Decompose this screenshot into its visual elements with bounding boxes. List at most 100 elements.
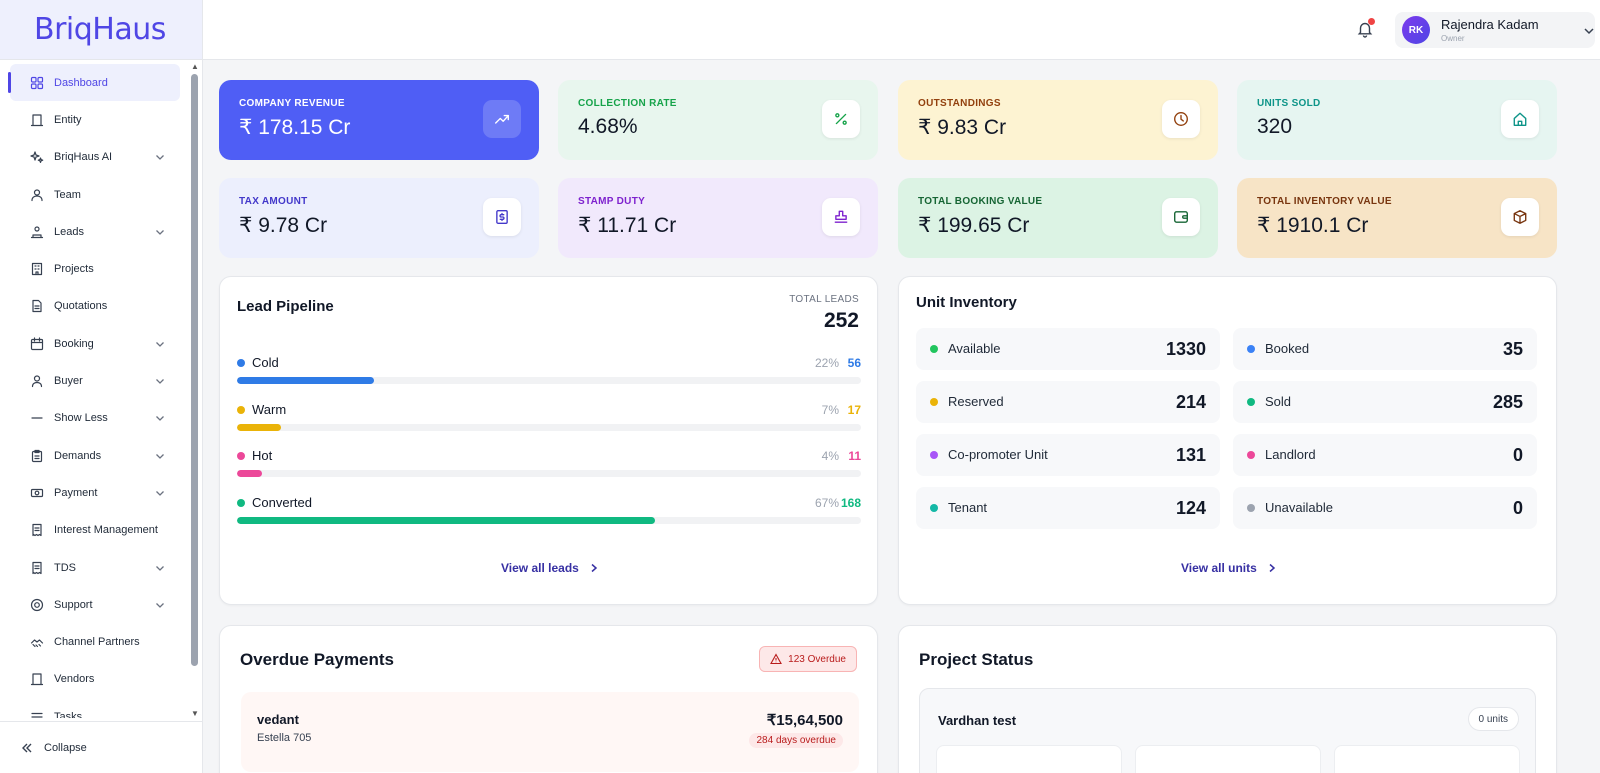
sidebar-item-dashboard[interactable]: Dashboard <box>8 64 180 102</box>
inventory-cell-co-promoter-unit[interactable]: Co-promoter Unit 131 <box>916 434 1220 476</box>
status-dot <box>237 452 245 460</box>
clipboard-icon <box>30 449 44 463</box>
view-all-leads-link[interactable]: View all leads <box>501 561 599 575</box>
view-all-units-link[interactable]: View all units <box>1181 561 1277 575</box>
sidebar-item-quotations[interactable]: Quotations <box>10 288 180 325</box>
lead-progress-fill <box>237 470 262 477</box>
project-status-title: Project Status <box>919 650 1034 669</box>
inventory-status-count: 131 <box>1175 445 1206 465</box>
inventory-status-name: Reserved <box>948 394 1004 409</box>
minus-icon <box>30 411 44 425</box>
stat-card-collection-rate[interactable]: COLLECTION RATE 4.68% <box>558 80 878 160</box>
overdue-count-label: 123 Overdue <box>788 653 846 665</box>
stat-card-tax-amount[interactable]: TAX AMOUNT ₹ 9.78 Cr <box>219 178 539 258</box>
sidebar-item-booking[interactable]: Booking <box>10 325 180 362</box>
inventory-cell-booked[interactable]: Booked 35 <box>1233 328 1537 370</box>
payment-amount: ₹15,64,500 <box>766 712 843 729</box>
collapse-button[interactable]: Collapse <box>0 721 203 773</box>
wallet-icon <box>1162 198 1200 236</box>
stat-card-stamp-duty[interactable]: STAMP DUTY ₹ 11.71 Cr <box>558 178 878 258</box>
inventory-cell-unavailable[interactable]: Unavailable 0 <box>1233 487 1537 529</box>
inventory-status-name: Sold <box>1265 394 1292 409</box>
lead-progress-track <box>237 470 861 477</box>
inventory-status-count: 214 <box>1175 392 1206 412</box>
stat-card-total-booking-value[interactable]: TOTAL BOOKING VALUE ₹ 199.65 Cr <box>898 178 1218 258</box>
project-metric-tile <box>1334 745 1520 773</box>
double-chevron-left-icon <box>20 741 34 755</box>
scroll-up-arrow-icon[interactable]: ▲ <box>191 62 199 71</box>
sidebar-item-leads[interactable]: Leads <box>10 213 180 250</box>
project-card[interactable]: Vardhan test 0 units <box>919 688 1536 773</box>
sidebar-item-briqhaus-ai[interactable]: BriqHaus AI <box>10 139 180 176</box>
sidebar-item-interest-management[interactable]: Interest Management <box>10 512 180 549</box>
stat-card-units-sold[interactable]: UNITS SOLD 320 <box>1237 80 1557 160</box>
sidebar-item-demands[interactable]: Demands <box>10 437 180 474</box>
inventory-cell-reserved[interactable]: Reserved 214 <box>916 381 1220 423</box>
stat-card-outstandings[interactable]: OUTSTANDINGS ₹ 9.83 Cr <box>898 80 1218 160</box>
receipt-icon <box>30 561 44 575</box>
status-dot <box>1247 345 1255 353</box>
chevron-right-icon <box>1269 563 1275 573</box>
user-icon <box>30 374 44 388</box>
sidebar-item-support[interactable]: Support <box>10 586 180 623</box>
sidebar-item-tasks[interactable]: Tasks <box>10 698 180 718</box>
clock-icon <box>1162 100 1200 138</box>
user-menu[interactable]: RK Rajendra Kadam Owner <box>1395 12 1595 48</box>
lead-progress-fill <box>237 377 375 384</box>
sidebar-item-team[interactable]: Team <box>10 176 180 213</box>
lead-stage-row: Warm 7% 17 <box>237 402 861 432</box>
payment-unit: Estella 705 <box>257 732 312 744</box>
sidebar-item-projects[interactable]: Projects <box>10 250 180 287</box>
building-icon <box>30 672 44 686</box>
lead-progress-fill <box>237 423 281 431</box>
lead-stage-count: 11 <box>848 449 861 463</box>
status-dot <box>930 345 938 353</box>
lifebuoy-icon <box>30 598 44 612</box>
user-role: Owner <box>1441 34 1465 43</box>
status-dot <box>930 398 938 406</box>
scroll-down-arrow-icon[interactable]: ▼ <box>191 709 199 718</box>
percent-icon <box>822 100 860 138</box>
chevron-down-icon <box>154 151 166 163</box>
payment-buyer-name: vedant <box>257 712 299 727</box>
overdue-payment-item[interactable]: vedant Estella 705 ₹15,64,500 284 days o… <box>241 692 859 772</box>
sidebar-item-label: Buyer <box>54 375 83 388</box>
overdue-payments-panel: Overdue Payments 123 Overdue vedant Este… <box>219 625 878 773</box>
lead-stage-count: 56 <box>847 356 861 370</box>
sidebar-item-buyer[interactable]: Buyer <box>10 362 180 399</box>
inventory-cell-available[interactable]: Available 1330 <box>916 328 1220 370</box>
inventory-cell-tenant[interactable]: Tenant 124 <box>916 487 1220 529</box>
status-dot <box>1247 451 1255 459</box>
stat-card-company-revenue[interactable]: COMPANY REVENUE ₹ 178.15 Cr <box>219 80 539 160</box>
sidebar-scrollbar[interactable]: ▲ ▼ <box>190 62 200 718</box>
lead-pipeline-panel: Lead Pipeline TOTAL LEADS 252 Cold 22% 56 W… <box>219 276 878 605</box>
chevron-down-icon <box>154 375 166 387</box>
box-icon <box>1501 198 1539 236</box>
sidebar-item-entity[interactable]: Entity <box>10 101 180 138</box>
sidebar-item-show-less[interactable]: Show Less <box>10 400 180 437</box>
view-all-units-label: View all units <box>1181 561 1257 575</box>
chevron-right-icon <box>591 563 597 573</box>
unit-inventory-panel: Unit Inventory Available 1330 Booked 35 Rese… <box>898 276 1557 605</box>
sidebar-item-vendors[interactable]: Vendors <box>10 661 180 698</box>
lead-stage-percent: 67% <box>814 495 839 510</box>
overdue-payments-title: Overdue Payments <box>240 650 395 669</box>
chevron-down-icon <box>154 226 166 238</box>
inventory-cell-landlord[interactable]: Landlord 0 <box>1233 434 1537 476</box>
chevron-down-icon <box>154 412 166 424</box>
stat-card-total-inventory-value[interactable]: TOTAL INVENTORY VALUE ₹ 1910.1 Cr <box>1237 178 1557 258</box>
sidebar-item-payment[interactable]: Payment <box>10 474 180 511</box>
sidebar-item-tds[interactable]: TDS <box>10 549 180 586</box>
project-units-badge: 0 units <box>1467 707 1519 731</box>
inventory-cell-sold[interactable]: Sold 285 <box>1233 381 1537 423</box>
office-icon <box>30 262 44 276</box>
sidebar-item-label: Channel Partners <box>54 636 140 649</box>
sidebar-item-label: Payment <box>54 486 98 499</box>
lead-stage-name: Hot <box>252 448 273 463</box>
sidebar-item-channel-partners[interactable]: Channel Partners <box>10 623 180 660</box>
sidebar-item-label: TDS <box>54 561 76 574</box>
sidebar-item-label: Projects <box>54 263 94 276</box>
brand-logo[interactable]: BriqHaus <box>34 12 166 47</box>
scroll-thumb[interactable] <box>191 74 198 666</box>
inventory-status-count: 35 <box>1502 339 1523 359</box>
